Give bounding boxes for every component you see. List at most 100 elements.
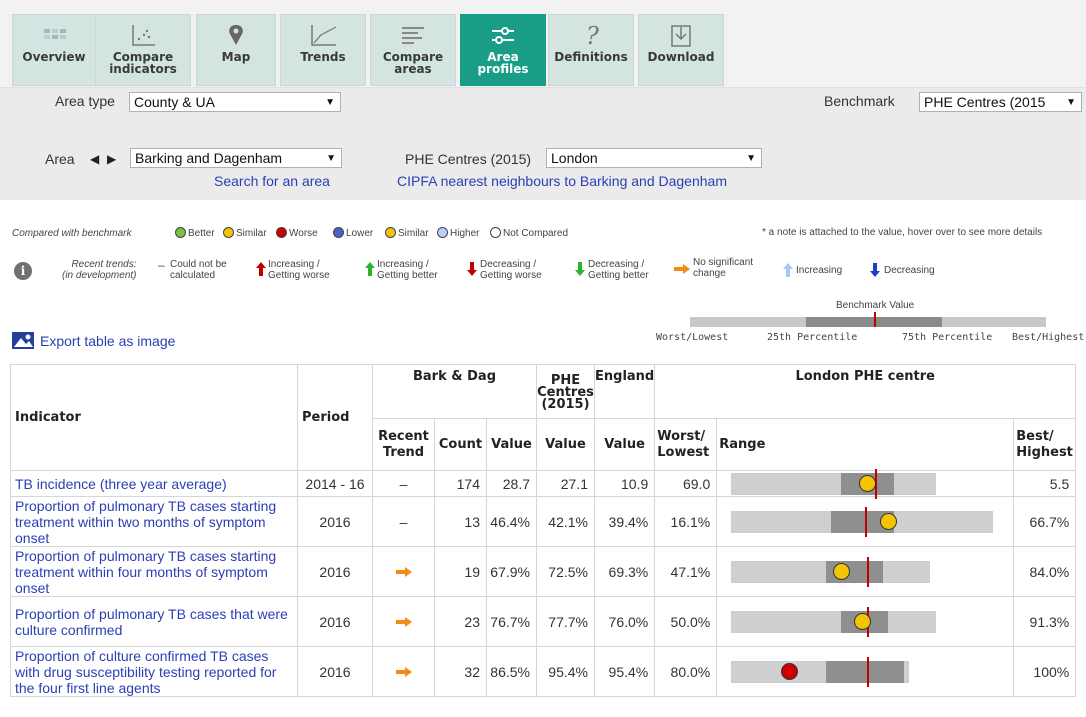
worst-cell: 80.0% [654, 646, 718, 697]
period-header: Period [297, 364, 373, 471]
indicator-link[interactable]: TB incidence (three year average) [10, 470, 298, 497]
p75-label: 75th Percentile [902, 332, 993, 343]
lower-dot-icon [333, 227, 344, 238]
table-row: Proportion of pulmonary TB cases startin… [10, 546, 1077, 597]
tab-overview[interactable]: Overview [12, 14, 96, 86]
phe-centres-label: PHE Centres (2015) [405, 151, 532, 167]
arrow-right-orange-icon [674, 264, 690, 274]
svg-text:?: ? [586, 23, 599, 49]
england-value-cell: 69.3% [593, 546, 656, 597]
area-value-marker[interactable] [780, 662, 798, 680]
sliders-icon [489, 23, 517, 49]
worst-cell: 16.1% [654, 496, 718, 547]
area-selectors-panel: Area type County & UA ▼ Benchmark PHE Ce… [0, 88, 1086, 200]
table-row: Proportion of pulmonary TB cases startin… [10, 496, 1077, 547]
not-compared-dot-icon [490, 227, 501, 238]
england-value-cell: 39.4% [593, 496, 656, 547]
recent-trend-cell: – [372, 496, 435, 547]
cipfa-neighbours-link[interactable]: CIPFA nearest neighbours to Barking and … [397, 173, 727, 189]
worst-lowest-header: Worst/Lowest [654, 418, 718, 471]
dash-icon: – [158, 258, 165, 272]
benchmark-marker [867, 656, 870, 687]
dash-icon: – [399, 513, 408, 530]
benchmark-marker [874, 312, 876, 327]
legend-increasing-better: Increasing / Getting better [377, 259, 438, 281]
next-area-icon[interactable]: ▶ [107, 152, 116, 166]
indicator-link[interactable]: Proportion of pulmonary TB cases startin… [10, 496, 298, 547]
area-value-marker[interactable] [854, 612, 872, 630]
note-text: * a note is attached to the value, hover… [762, 227, 1043, 238]
area-type-select[interactable]: County & UA ▼ [129, 92, 341, 112]
value-cell: 76.7% [486, 596, 537, 647]
table-row: TB incidence (three year average) 2014 - … [10, 468, 1077, 499]
indicator-link[interactable]: Proportion of pulmonary TB cases that we… [10, 596, 298, 647]
legend-decreasing-worse: Decreasing / Getting worse [480, 259, 542, 281]
benchmark-range-legend: Benchmark Value Worst/Lowest 25th Percen… [650, 298, 1086, 348]
legend-worse: Worse [276, 227, 318, 239]
count-cell: 32 [434, 646, 487, 697]
england-value-header: Value [593, 418, 656, 471]
count-cell: 174 [434, 470, 487, 497]
range-bar [731, 606, 936, 637]
phe-value-cell: 72.5% [536, 546, 595, 597]
best-cell: 84.0% [1013, 546, 1077, 597]
table-row: Proportion of culture confirmed TB cases… [10, 646, 1077, 697]
tab-label: Definitions [554, 50, 628, 64]
info-icon[interactable]: i [14, 262, 32, 280]
count-cell: 23 [434, 596, 487, 647]
similar-dot-icon [223, 227, 234, 238]
area-value-marker[interactable] [880, 512, 898, 530]
phe-centre-select[interactable]: London ▼ [546, 148, 762, 168]
count-header: Count [434, 418, 487, 471]
best-cell: 100% [1013, 646, 1077, 697]
tab-map[interactable]: Map [196, 14, 276, 86]
previous-area-icon[interactable]: ◀ [90, 152, 99, 166]
arrow-right-orange-icon [395, 566, 412, 577]
chevron-down-icon: ▼ [325, 97, 335, 108]
similar-dot-icon [385, 227, 396, 238]
tab-definitions[interactable]: ? Definitions [548, 14, 634, 86]
region-header: London PHE centre [654, 364, 1077, 419]
legend-decreasing-better: Decreasing / Getting better [588, 259, 649, 281]
area-value-marker[interactable] [833, 562, 851, 580]
area-value: Barking and Dagenham [135, 150, 283, 166]
value-cell: 28.7 [486, 470, 537, 497]
phe-value-cell: 95.4% [536, 646, 595, 697]
tab-compare-areas[interactable]: Compare areas [370, 14, 456, 86]
spine-chart-cell [716, 546, 1015, 597]
legend-higher: Higher [437, 227, 479, 239]
worst-cell: 69.0 [654, 470, 718, 497]
period-cell: 2016 [297, 496, 373, 547]
interquartile-bar [825, 660, 905, 683]
tab-trends[interactable]: Trends [280, 14, 366, 86]
spine-chart-cell [716, 596, 1015, 647]
recent-trend-cell: – [372, 470, 435, 497]
indicator-header: Indicator [10, 364, 298, 471]
range-bar [731, 556, 931, 587]
tab-label: Compare areas [382, 50, 444, 76]
best-cell: 91.3% [1013, 596, 1077, 647]
indicator-link[interactable]: Proportion of culture confirmed TB cases… [10, 646, 298, 697]
search-area-link[interactable]: Search for an area [214, 173, 330, 189]
tab-label: Map [221, 50, 251, 64]
recent-trends-label: Recent trends: (in development) [62, 259, 137, 281]
spine-chart-cell [716, 496, 1015, 547]
area-select[interactable]: Barking and Dagenham ▼ [130, 148, 342, 168]
tab-area-profiles[interactable]: Area profiles [460, 14, 546, 86]
legend-increasing-worse: Increasing / Getting worse [268, 259, 330, 281]
worst-cell: 50.0% [654, 596, 718, 647]
p25-label: 25th Percentile [767, 332, 858, 343]
tab-compare-indicators[interactable]: Compare indicators [95, 14, 191, 86]
tab-download[interactable]: Download [638, 14, 724, 86]
arrow-right-orange-icon [395, 616, 412, 627]
benchmark-value-label: Benchmark Value [836, 300, 915, 311]
indicator-link[interactable]: Proportion of pulmonary TB cases startin… [10, 546, 298, 597]
tab-label: Compare indicators [109, 50, 177, 76]
benchmark-marker [864, 506, 867, 537]
benchmark-select[interactable]: PHE Centres (2015 ▼ [919, 92, 1082, 112]
question-icon: ? [577, 22, 605, 50]
export-table-link[interactable]: Export table as image [12, 332, 175, 349]
phe-value-cell: 42.1% [536, 496, 595, 547]
period-cell: 2014 - 16 [297, 470, 373, 497]
chevron-down-icon: ▼ [1066, 97, 1076, 108]
